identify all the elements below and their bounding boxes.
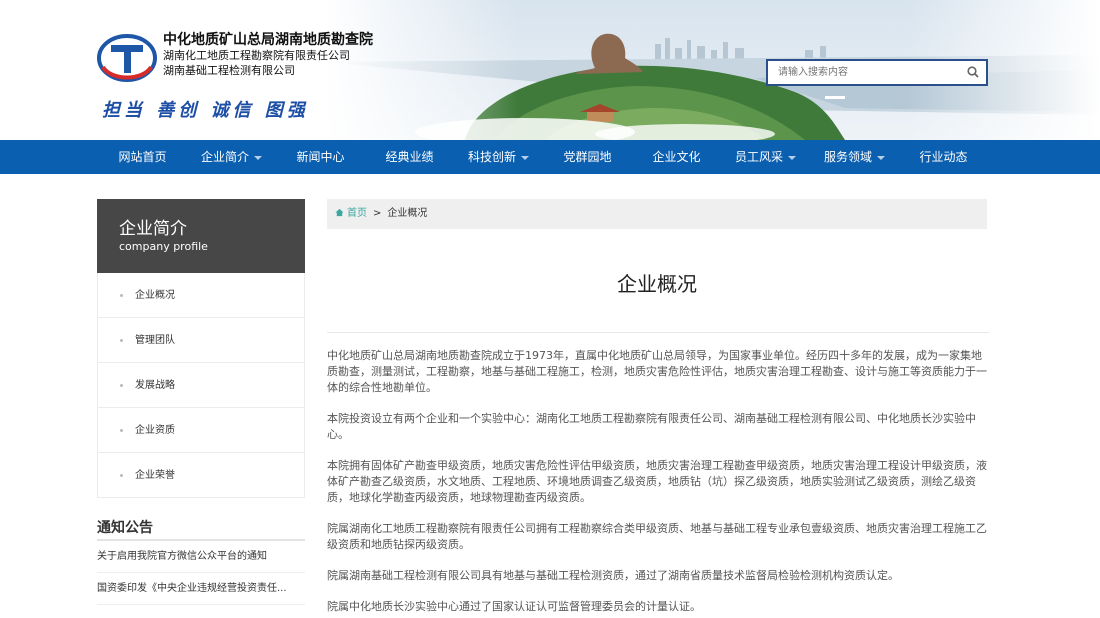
sidebar-item-label: 企业概况 <box>135 290 175 301</box>
article-paragraph: 中化地质矿山总局湖南地质勘查院成立于1973年，直属中化地质矿山总局领导，为国家… <box>327 349 987 394</box>
chevron-down-icon <box>877 155 885 160</box>
chevron-down-icon <box>521 155 529 160</box>
sidebar-item[interactable]: 企业荣誉 <box>97 453 305 498</box>
nav-item-label: 经典业绩 <box>385 150 434 164</box>
bullet-dot-icon <box>120 294 123 297</box>
title-divider <box>327 332 989 333</box>
sidebar-item[interactable]: 企业概况 <box>97 273 305 318</box>
bullet-dot-icon <box>120 384 123 387</box>
nav-item[interactable]: 员工风采 <box>721 140 810 174</box>
search-input[interactable] <box>768 61 958 84</box>
nav-item[interactable]: 企业简介 <box>187 140 276 174</box>
nav-item-label: 企业简介 <box>200 150 249 164</box>
main-nav-items: 网站首页 企业简介 新闻中心 经典业绩 科技创新 党群园地 企业文化 员工风采 服务领域 行业动态 <box>98 140 988 174</box>
article-paragraph: 本院投资设立有两个企业和一个实验中心：湖南化工地质工程勘察院有限责任公司、湖南基… <box>327 412 976 441</box>
org-main-name: 中化地质矿山总局湖南地质勘查院 <box>163 32 373 48</box>
article-paragraph: 院属湖南化工地质工程勘察院有限责任公司拥有工程勘察综合类甲级资质、地基与基础工程… <box>327 522 987 551</box>
chevron-down-icon <box>254 155 262 160</box>
notice-title: 通知公告 <box>97 520 153 536</box>
nav-item[interactable]: 新闻中心 <box>276 140 365 174</box>
article-paragraph: 院属中化地质长沙实验中心通过了国家认证认可监督管理委员会的计量认证。 <box>327 600 701 613</box>
search-box <box>766 59 988 86</box>
nav-item-label: 科技创新 <box>467 150 516 164</box>
nav-item[interactable]: 经典业绩 <box>365 140 454 174</box>
search-icon[interactable] <box>966 65 980 79</box>
org-sub-name-2: 湖南基础工程检测有限公司 <box>163 64 295 77</box>
notice-item[interactable]: 国资委印发《中央企业违规经营投资责任... <box>97 573 305 605</box>
sidebar-item-label: 企业荣誉 <box>135 470 175 481</box>
nav-item-label: 企业文化 <box>652 150 701 164</box>
bullet-dot-icon <box>120 474 123 477</box>
site-header: 中化地质矿山总局湖南地质勘查院 湖南化工地质工程勘察院有限责任公司 湖南基础工程… <box>0 0 1100 140</box>
breadcrumb-home-link[interactable]: 首页 <box>347 208 367 219</box>
sidebar-item-label: 发展战略 <box>135 380 175 391</box>
nav-item[interactable]: 网站首页 <box>98 140 187 174</box>
sidebar-item[interactable]: 企业资质 <box>97 408 305 453</box>
sidebar-header: 企业简介 company profile <box>97 199 305 273</box>
notice-item[interactable]: 关于启用我院官方微信公众平台的通知 <box>97 541 305 573</box>
slogan: 担当 善创 诚信 图强 <box>102 100 309 121</box>
breadcrumb-current: 企业概况 <box>387 208 428 219</box>
notice-list: 关于启用我院官方微信公众平台的通知 国资委印发《中央企业违规经营投资责任... <box>97 541 305 605</box>
sidebar-item-label: 企业资质 <box>135 425 175 436</box>
breadcrumb: 首页 > 企业概况 <box>327 199 987 229</box>
nav-item-label: 员工风采 <box>734 150 783 164</box>
notice-section: 通知公告 关于启用我院官方微信公众平台的通知 国资委印发《中央企业违规经营投资责任… <box>97 517 305 605</box>
nav-item-label: 行业动态 <box>919 150 968 164</box>
sidebar-title-en: company profile <box>119 240 208 253</box>
sidebar-title: 企业简介 <box>119 219 187 239</box>
article-paragraph: 院属湖南基础工程检测有限公司具有地基与基础工程检测资质，通过了湖南省质量技术监督… <box>327 569 899 582</box>
home-icon <box>335 208 344 217</box>
article-paragraph: 本院拥有固体矿产勘查甲级资质，地质灾害危险性评估甲级资质，地质灾害治理工程勘查甲… <box>327 459 987 504</box>
sidebar-menu: 企业概况管理团队发展战略企业资质企业荣誉 <box>97 273 305 498</box>
org-sub-name-1: 湖南化工地质工程勘察院有限责任公司 <box>163 49 350 62</box>
nav-item[interactable]: 科技创新 <box>454 140 543 174</box>
nav-item-label: 党群园地 <box>563 150 612 164</box>
nav-item[interactable]: 服务领域 <box>810 140 899 174</box>
nav-item[interactable]: 党群园地 <box>543 140 632 174</box>
nav-item[interactable]: 企业文化 <box>632 140 721 174</box>
page-title: 企业概况 <box>617 272 697 296</box>
bullet-dot-icon <box>120 429 123 432</box>
sidebar-item-label: 管理团队 <box>135 335 175 346</box>
chevron-down-icon <box>788 155 796 160</box>
company-logo[interactable] <box>97 33 157 83</box>
bullet-dot-icon <box>120 339 123 342</box>
sidebar-item[interactable]: 发展战略 <box>97 363 305 408</box>
sidebar-item[interactable]: 管理团队 <box>97 318 305 363</box>
nav-item[interactable]: 行业动态 <box>899 140 988 174</box>
article-body: 中化地质矿山总局湖南地质勘查院成立于1973年，直属中化地质矿山总局领导，为国家… <box>327 348 987 618</box>
nav-item-label: 新闻中心 <box>296 150 345 164</box>
nav-item-label: 网站首页 <box>118 150 167 164</box>
breadcrumb-separator: > <box>373 208 382 219</box>
nav-item-label: 服务领域 <box>823 150 872 164</box>
org-name-block: 中化地质矿山总局湖南地质勘查院 湖南化工地质工程勘察院有限责任公司 湖南基础工程… <box>163 33 373 78</box>
main-nav: 网站首页 企业简介 新闻中心 经典业绩 科技创新 党群园地 企业文化 员工风采 服务领域 行业动态 <box>0 140 1100 174</box>
